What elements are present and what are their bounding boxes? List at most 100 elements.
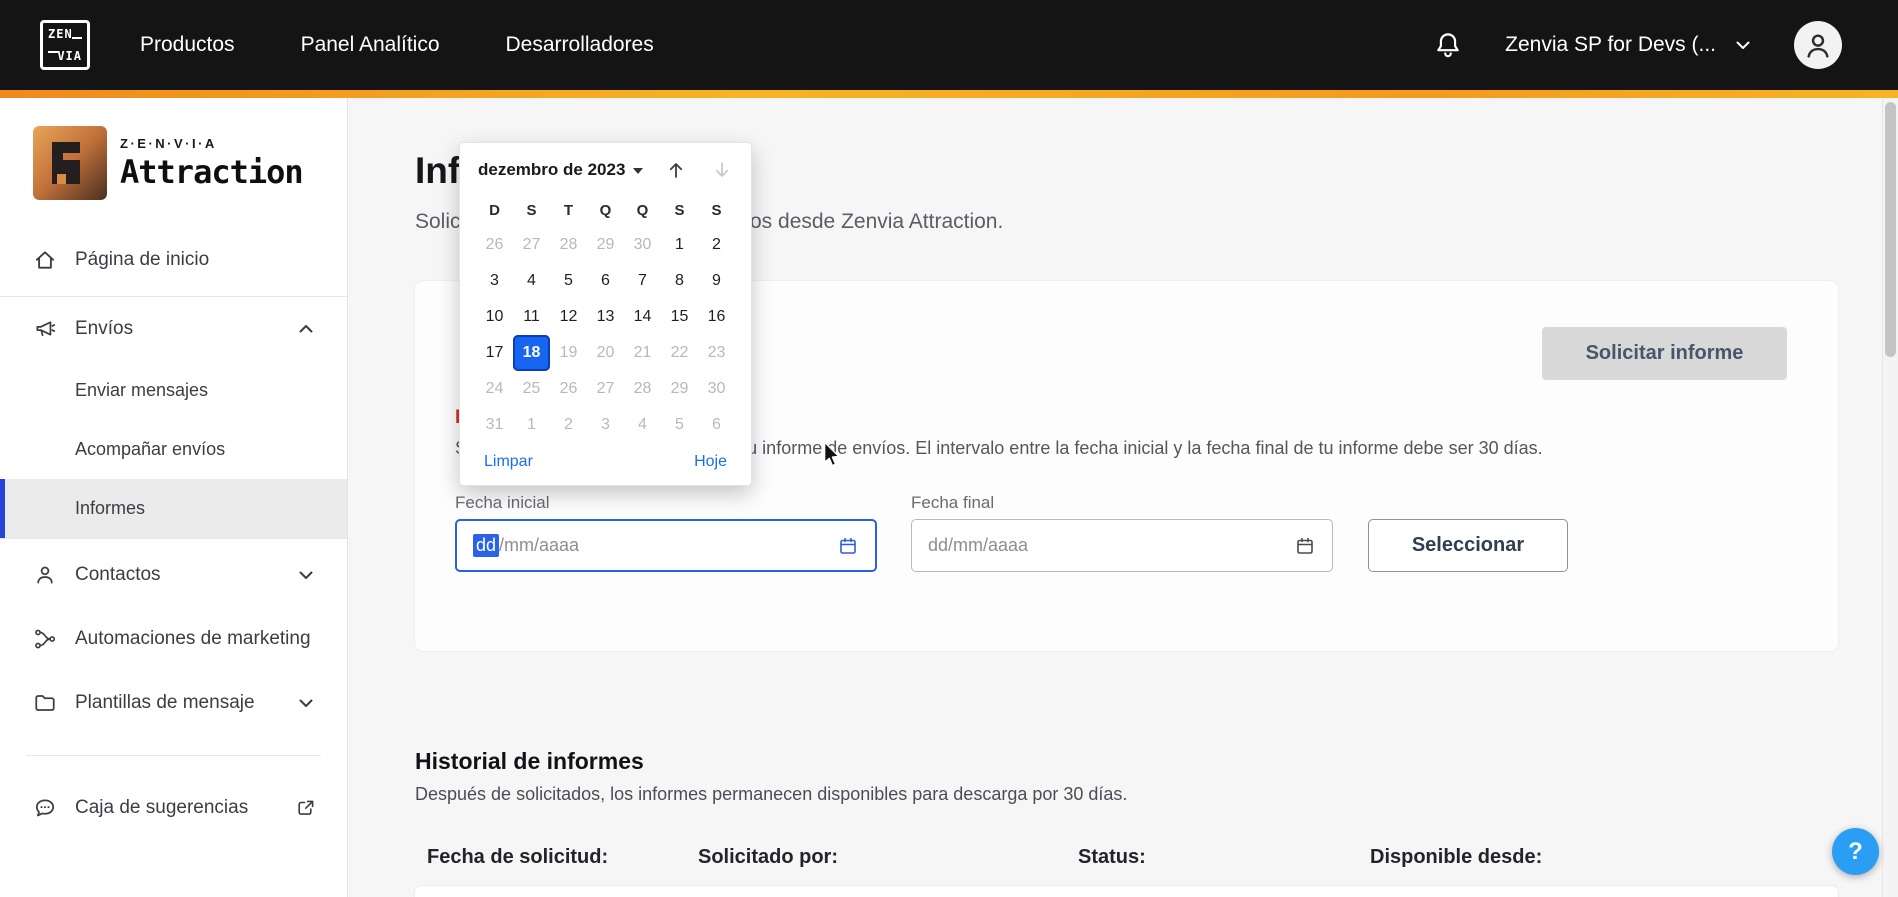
avatar[interactable] <box>1794 21 1842 69</box>
sidebar-divider <box>26 755 321 756</box>
calendar-weekday-label: Q <box>599 201 612 219</box>
calendar-day-17[interactable]: 17 <box>476 335 513 371</box>
calendar-day-2[interactable]: 2 <box>698 227 735 263</box>
logo-text-top: ZEN <box>48 27 73 41</box>
calendar-day-18-selected[interactable]: 18 <box>513 335 550 371</box>
calendar-day-9[interactable]: 9 <box>698 263 735 299</box>
help-button[interactable]: ? <box>1832 828 1879 875</box>
calendar-day-23: 23 <box>707 344 726 361</box>
external-link-icon <box>295 797 317 819</box>
account-label: Zenvia SP for Devs (... <box>1505 33 1716 56</box>
zenvia-logo[interactable]: ZEN VIA <box>40 20 90 70</box>
end-date-label: Fecha final <box>911 493 995 512</box>
history-title: Historial de informes <box>415 748 644 774</box>
sidebar-item-label: Envíos <box>75 318 134 339</box>
calendar-day-11[interactable]: 11 <box>513 299 550 335</box>
history-subtitle: Después de solicitados, los informes per… <box>415 784 1128 804</box>
chevron-down-icon <box>295 564 317 586</box>
history-header-row: Fecha de solicitud: Solicitado por: Status… <box>348 846 1882 876</box>
calendar-day-8[interactable]: 8 <box>661 263 698 299</box>
sidebar-item-label: Plantillas de mensaje <box>75 692 255 713</box>
calendar-day-12[interactable]: 12 <box>550 299 587 335</box>
sidebar-item-envios[interactable]: Envíos <box>0 297 347 361</box>
scrollbar-thumb[interactable] <box>1885 102 1896 357</box>
sidebar-item-acompanar-envios[interactable]: Acompañar envíos <box>0 420 347 479</box>
nav-item-panel-analitico[interactable]: Panel Analítico <box>301 33 440 57</box>
calendar-day-29: 29 <box>670 380 689 397</box>
date-segment-day: dd <box>473 534 500 557</box>
folder-icon <box>33 691 57 715</box>
start-date-input[interactable]: dd/mm/aaaa <box>455 519 877 572</box>
calendar-month-selector[interactable]: dezembro de 2023 <box>478 160 644 180</box>
calendar-day-14[interactable]: 14 <box>624 299 661 335</box>
calendar-footer: Limpar Hoje <box>476 453 735 473</box>
previous-month-arrow-icon[interactable] <box>665 159 687 181</box>
calendar-day-1: 1 <box>527 416 536 433</box>
calendar-weekday-label: D <box>489 201 500 219</box>
sidebar-item-pagina-de-inicio[interactable]: Página de inicio <box>0 228 347 292</box>
calendar-day-24: 24 <box>485 380 504 397</box>
topnav-right: Zenvia SP for Devs (... <box>1433 21 1842 69</box>
history-column-header: Disponible desde: <box>1370 846 1543 868</box>
history-column-header: Fecha de solicitud: <box>427 846 609 868</box>
calendar-clear-link[interactable]: Limpar <box>484 453 533 471</box>
help-question-icon: ? <box>1848 837 1863 865</box>
calendar-weekday-label: S <box>674 201 685 219</box>
sidebar-item-label: Automaciones de marketing <box>75 628 311 649</box>
notifications-bell-icon[interactable] <box>1433 30 1463 60</box>
calendar-day-26: 26 <box>559 380 578 397</box>
main-content: Informes de envío Solicita informes de l… <box>348 98 1882 897</box>
sidebar-item-caja-de-sugerencias[interactable]: Caja de sugerencias <box>0 776 347 840</box>
calendar-day-5[interactable]: 5 <box>550 263 587 299</box>
calendar-day-21: 21 <box>633 344 652 361</box>
calendar-day-16[interactable]: 16 <box>698 299 735 335</box>
chevron-down-icon <box>1732 34 1754 56</box>
sidebar-item-informes[interactable]: Informes <box>0 479 347 538</box>
sidebar-item-label: Caja de sugerencias <box>75 797 249 818</box>
sidebar-group: Envíos Enviar mensajes Acompañar envíos Inf… <box>0 296 347 539</box>
calendar-day-28: 28 <box>559 236 578 253</box>
calendar-day-10[interactable]: 10 <box>476 299 513 335</box>
calendar-day-6[interactable]: 6 <box>587 263 624 299</box>
start-date-label: Fecha inicial <box>455 493 550 512</box>
calendar-weekday-label: S <box>711 201 722 219</box>
sidebar-nav: Página de inicio Envíos Enviar mensajes Aco… <box>0 228 347 840</box>
date-picker-popup: dezembro de 2023 D S T Q Q S S 26 27 28 29 30 1 2 3 4 5 6… <box>459 142 752 486</box>
sidebar-item-label: Informes <box>75 498 146 518</box>
account-selector[interactable]: Zenvia SP for Devs (... <box>1505 33 1754 57</box>
calendar-day-19: 19 <box>559 344 578 361</box>
calendar-header: dezembro de 2023 <box>476 159 735 181</box>
calendar-day-1[interactable]: 1 <box>661 227 698 263</box>
home-icon <box>33 248 57 272</box>
calendar-day-7[interactable]: 7 <box>624 263 661 299</box>
calendar-day-4: 4 <box>638 416 647 433</box>
calendar-weekday-label: T <box>563 201 574 219</box>
sidebar-item-plantillas-de-mensaje[interactable]: Plantillas de mensaje <box>0 671 347 735</box>
page-scrollbar[interactable] <box>1882 98 1898 897</box>
sidebar-item-enviar-mensajes[interactable]: Enviar mensajes <box>0 361 347 420</box>
nav-item-productos[interactable]: Productos <box>140 33 235 57</box>
sidebar-item-contactos[interactable]: Contactos <box>0 543 347 607</box>
request-report-button[interactable]: Solicitar informe <box>1542 327 1787 380</box>
dropdown-arrow-icon <box>633 168 644 174</box>
calendar-today-link[interactable]: Hoje <box>694 453 727 471</box>
sidebar-item-automaciones-de-marketing[interactable]: Automaciones de marketing <box>0 607 347 671</box>
nav-item-desarrolladores[interactable]: Desarrolladores <box>506 33 654 57</box>
chat-icon <box>33 796 57 820</box>
date-placeholder: dd/mm/aaaa <box>928 535 1029 555</box>
history-column-header: Solicitado por: <box>698 846 838 868</box>
chevron-down-icon <box>295 692 317 714</box>
attraction-brand: Z·E·N·V·I·A Attraction <box>0 98 347 224</box>
calendar-icon[interactable] <box>837 535 859 557</box>
accent-bar <box>0 90 1898 98</box>
calendar-day-3[interactable]: 3 <box>476 263 513 299</box>
next-month-arrow-icon[interactable] <box>711 159 733 181</box>
calendar-icon[interactable] <box>1294 535 1316 557</box>
brand-word: Z·E·N·V·I·A <box>120 135 217 151</box>
select-dates-button[interactable]: Seleccionar <box>1368 519 1568 572</box>
end-date-input[interactable]: dd/mm/aaaa <box>911 519 1333 572</box>
calendar-day-13[interactable]: 13 <box>587 299 624 335</box>
history-column-header: Status: <box>1078 846 1146 868</box>
calendar-day-4[interactable]: 4 <box>513 263 550 299</box>
calendar-day-15[interactable]: 15 <box>661 299 698 335</box>
